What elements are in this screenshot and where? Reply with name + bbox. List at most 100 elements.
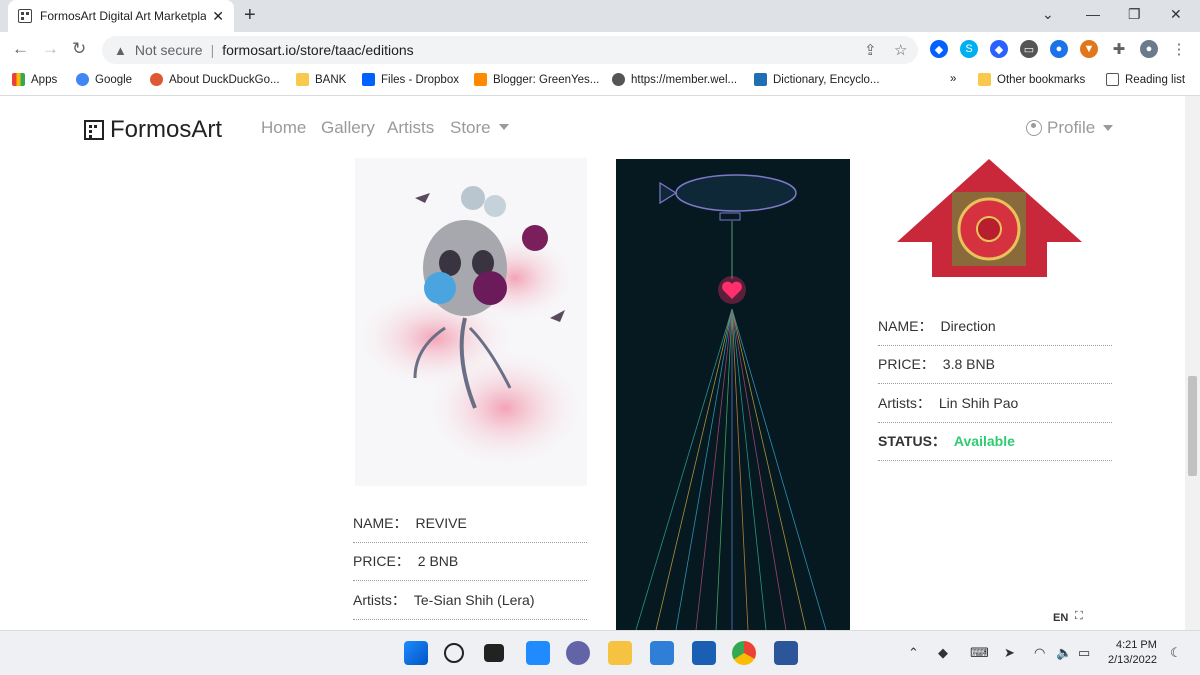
bookmark-blogger[interactable]: Blogger: GreenYes... — [474, 73, 599, 86]
detail-row-name: NAME： REVIVE — [353, 504, 587, 543]
expand-icon[interactable]: ⛶ — [1075, 610, 1083, 623]
detail-row-artist: Artists： Lin Shih Pao — [878, 384, 1112, 423]
bookmark-apps[interactable]: Apps — [12, 73, 57, 86]
language-switch[interactable]: EN — [1053, 612, 1068, 624]
nav-artists[interactable]: Artists — [387, 118, 434, 138]
battery-icon[interactable]: ▭ — [1078, 645, 1090, 661]
dropbox-tray-icon[interactable]: ◆ — [938, 645, 948, 661]
artwork-revive-image[interactable] — [355, 158, 587, 486]
detail-row-price: PRICE： 3.8 BNB — [878, 346, 1112, 384]
todo-icon[interactable] — [650, 641, 674, 665]
volume-icon[interactable]: 🔈 — [1056, 645, 1072, 661]
formosart-logo-icon — [84, 120, 104, 140]
google-icon — [76, 73, 89, 86]
dictionary-icon — [754, 73, 767, 86]
line-extension-icon[interactable]: ▭ — [1020, 40, 1038, 58]
new-tab-button[interactable]: + — [244, 4, 256, 27]
start-windows-icon[interactable] — [404, 641, 428, 665]
circle-extension-icon[interactable]: ● — [1050, 40, 1068, 58]
dropbox-icon — [362, 73, 375, 86]
skype-extension-icon[interactable]: S — [960, 40, 978, 58]
artwork-name: Direction — [940, 317, 996, 334]
extensions-puzzle-icon[interactable]: ✚ — [1110, 40, 1128, 58]
nav-gallery[interactable]: Gallery — [321, 118, 375, 138]
bookmarks-bar: Apps Google About DuckDuckGo... BANK Fil… — [0, 66, 1200, 96]
browser-tab[interactable]: FormosArt Digital Art Marketplac ✕ — [8, 0, 234, 32]
reading-list[interactable]: Reading list — [1106, 73, 1185, 86]
url-text[interactable]: formosart.io/store/taac/editions — [222, 42, 413, 58]
profile-dropdown[interactable]: Profile — [1026, 118, 1113, 138]
bookmark-dictionary[interactable]: Dictionary, Encyclo... — [754, 73, 880, 86]
folder-icon — [296, 73, 309, 86]
artwork-direction-image[interactable] — [897, 159, 1082, 279]
other-bookmarks[interactable]: Other bookmarks — [978, 73, 1085, 86]
page-scrollbar[interactable] — [1185, 96, 1200, 630]
share-icon[interactable]: ⇪ — [864, 41, 877, 59]
dropbox-extension-icon[interactable]: ◆ — [930, 40, 948, 58]
artwork-artist[interactable]: Lin Shih Pao — [939, 395, 1018, 411]
site-favicon-icon — [18, 9, 32, 23]
nav-home[interactable]: Home — [261, 118, 306, 138]
reading-list-icon — [1106, 73, 1119, 86]
artwork-name: REVIVE — [415, 514, 467, 531]
scrollbar-thumb[interactable] — [1188, 376, 1197, 476]
duckduckgo-icon — [150, 73, 163, 86]
teams-chat-icon[interactable] — [566, 641, 590, 665]
site-logo[interactable]: FormosArt — [84, 116, 222, 144]
browser-toolbar: ← → ↻ ▲ Not secure | formosart.io/store/… — [0, 32, 1200, 66]
globe-icon — [612, 73, 625, 86]
warning-icon[interactable]: ▲ — [114, 43, 127, 58]
notifications-moon-icon[interactable]: ☾ — [1170, 645, 1182, 661]
bookmark-member[interactable]: https://member.wel... — [612, 73, 737, 86]
bookmark-duckduckgo[interactable]: About DuckDuckGo... — [150, 73, 280, 86]
menu-kebab-icon[interactable]: ⋮ — [1170, 40, 1188, 58]
clock-time: 4:21 PM — [1115, 639, 1157, 651]
task-view-icon[interactable] — [484, 644, 504, 662]
extension-icon[interactable]: ◆ — [990, 40, 1008, 58]
wifi-icon[interactable]: ◠ — [1034, 645, 1045, 661]
file-explorer-icon[interactable] — [608, 641, 632, 665]
status-badge: Available — [953, 433, 1015, 450]
detail-row-status: STATUS： Available — [878, 423, 1112, 461]
bookmark-google[interactable]: Google — [76, 73, 132, 86]
tab-strip: FormosArt Digital Art Marketplac ✕ + ⌄ —… — [0, 0, 1200, 32]
tab-search-icon[interactable]: ⌄ — [1042, 6, 1054, 23]
bookmarks-more-button[interactable]: » — [950, 73, 956, 85]
bookmark-dropbox[interactable]: Files - Dropbox — [362, 73, 459, 86]
search-icon[interactable] — [444, 643, 464, 663]
artwork-artist[interactable]: Te-Sian Shih (Lera) — [414, 592, 535, 608]
back-button[interactable]: ← — [12, 39, 29, 59]
artwork-direction-details: NAME： Direction PRICE： 3.8 BNB Artists： Lin… — [878, 307, 1112, 461]
bookmark-star-icon[interactable]: ☆ — [894, 41, 907, 59]
address-bar[interactable]: ▲ Not secure | formosart.io/store/taac/e… — [102, 36, 918, 64]
profile-avatar[interactable]: ● — [1140, 40, 1158, 58]
metamask-extension-icon[interactable]: ▼ — [1080, 40, 1098, 58]
show-hidden-icons-icon[interactable]: ⌃ — [908, 645, 919, 661]
reload-button[interactable]: ↻ — [72, 39, 86, 59]
nav-store-dropdown[interactable]: Store — [450, 118, 509, 138]
forward-button[interactable]: → — [42, 39, 59, 59]
word-icon[interactable] — [774, 641, 798, 665]
keyboard-icon[interactable]: ⌨ — [970, 645, 989, 661]
artwork-blimp-image[interactable] — [616, 159, 850, 630]
restore-button[interactable]: ❐ — [1128, 6, 1141, 23]
security-label[interactable]: Not secure — [135, 42, 203, 58]
page-viewport: FormosArt Home Gallery Artists Store Pro… — [0, 96, 1185, 630]
minimize-button[interactable]: — — [1086, 6, 1100, 22]
folder-icon — [978, 73, 991, 86]
artwork-price: 2 BNB — [417, 553, 459, 570]
bookmark-bank[interactable]: BANK — [296, 73, 346, 86]
clock[interactable]: 4:21 PM 2/13/2022 — [1108, 638, 1157, 668]
blogger-icon — [474, 73, 487, 86]
windows-taskbar: ⌃ ◆ ⌨ ➤ ◠ 🔈 ▭ 4:21 PM 2/13/2022 ☾ — [0, 630, 1200, 675]
close-window-button[interactable]: ✕ — [1170, 6, 1182, 23]
location-icon[interactable]: ➤ — [1004, 645, 1015, 661]
widgets-icon[interactable] — [526, 641, 550, 665]
artwork-revive-details: NAME： REVIVE PRICE： 2 BNB Artists： Te-Sian … — [353, 504, 587, 620]
user-icon — [1026, 120, 1042, 136]
omnibox-divider: | — [210, 42, 215, 58]
detail-row-price: PRICE： 2 BNB — [353, 543, 587, 581]
photos-icon[interactable] — [692, 641, 716, 665]
close-tab-icon[interactable]: ✕ — [212, 8, 224, 25]
chrome-icon[interactable] — [732, 641, 756, 665]
